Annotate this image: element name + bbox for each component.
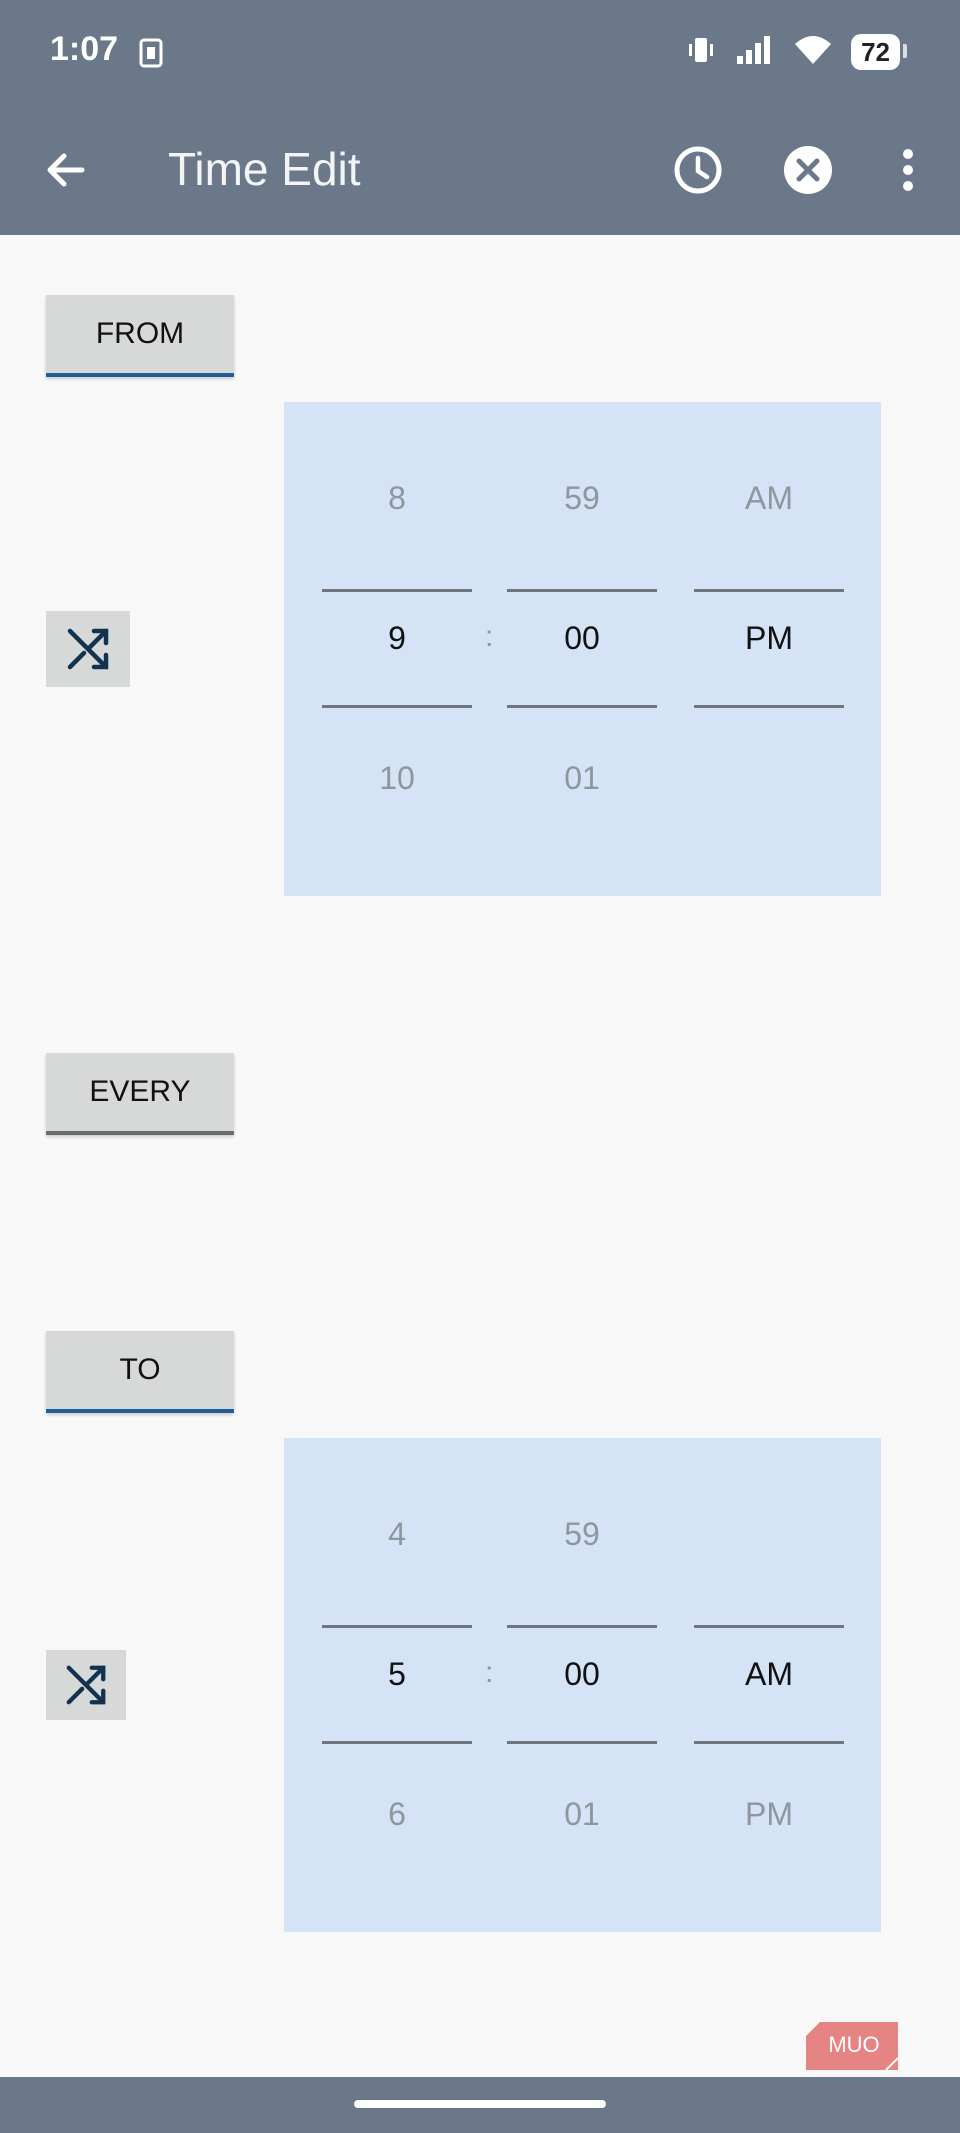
- divider: [694, 1625, 844, 1628]
- divider: [322, 705, 472, 708]
- to-hour-prev[interactable]: 4: [322, 1516, 472, 1553]
- divider: [694, 705, 844, 708]
- from-hour-current[interactable]: 9: [322, 620, 472, 657]
- watermark-logo: MUO: [806, 2022, 899, 2071]
- from-hour-prev[interactable]: 8: [322, 480, 472, 517]
- from-shuffle-button[interactable]: [46, 611, 130, 687]
- to-hour-current[interactable]: 5: [322, 1656, 472, 1693]
- from-hour-next[interactable]: 10: [322, 760, 472, 797]
- from-ampm-prev[interactable]: AM: [694, 480, 844, 517]
- to-ampm-current[interactable]: AM: [694, 1656, 844, 1693]
- from-minute-current[interactable]: 00: [507, 620, 657, 657]
- every-button[interactable]: EVERY: [46, 1053, 234, 1135]
- divider: [507, 1741, 657, 1744]
- signal-icon: [735, 34, 775, 71]
- to-shuffle-button[interactable]: [46, 1650, 126, 1720]
- to-minute-next[interactable]: 01: [507, 1796, 657, 1833]
- clock-icon[interactable]: [670, 142, 726, 198]
- clear-icon[interactable]: [780, 142, 836, 198]
- to-minute-prev[interactable]: 59: [507, 1516, 657, 1553]
- time-separator: :: [485, 1656, 494, 1689]
- from-button[interactable]: FROM: [46, 295, 234, 377]
- more-vert-icon[interactable]: [888, 142, 928, 198]
- divider: [322, 589, 472, 592]
- notification-icon: [138, 38, 164, 73]
- from-time-picker[interactable]: 8 9 10 : 59 00 01 AM PM: [284, 402, 881, 896]
- divider: [694, 589, 844, 592]
- to-button[interactable]: TO: [46, 1331, 234, 1413]
- to-time-picker[interactable]: 4 5 6 : 59 00 01 AM PM: [284, 1438, 881, 1932]
- status-bar: 1:07 72: [0, 0, 960, 104]
- from-minute-next[interactable]: 01: [507, 760, 657, 797]
- time-separator: :: [485, 620, 494, 653]
- from-ampm-current[interactable]: PM: [694, 620, 844, 657]
- status-time: 1:07: [50, 30, 119, 68]
- wifi-icon: [793, 34, 833, 71]
- watermark-text: MUO: [828, 2032, 879, 2057]
- to-hour-next[interactable]: 6: [322, 1796, 472, 1833]
- vibrate-icon: [685, 34, 717, 71]
- shuffle-icon: [67, 628, 109, 670]
- shuffle-icon: [66, 1665, 106, 1705]
- home-indicator[interactable]: [354, 2100, 606, 2108]
- divider: [322, 1625, 472, 1628]
- divider: [507, 589, 657, 592]
- to-ampm-next[interactable]: PM: [694, 1796, 844, 1833]
- back-arrow-icon[interactable]: [38, 142, 94, 198]
- page-title: Time Edit: [168, 143, 361, 195]
- navigation-bar: [0, 2077, 960, 2133]
- battery-icon: 72: [851, 34, 907, 70]
- from-minute-prev[interactable]: 59: [507, 480, 657, 517]
- status-icons: 72: [685, 30, 907, 74]
- to-minute-current[interactable]: 00: [507, 1656, 657, 1693]
- divider: [694, 1741, 844, 1744]
- divider: [507, 705, 657, 708]
- divider: [322, 1741, 472, 1744]
- app-bar: Time Edit: [0, 104, 960, 235]
- divider: [507, 1625, 657, 1628]
